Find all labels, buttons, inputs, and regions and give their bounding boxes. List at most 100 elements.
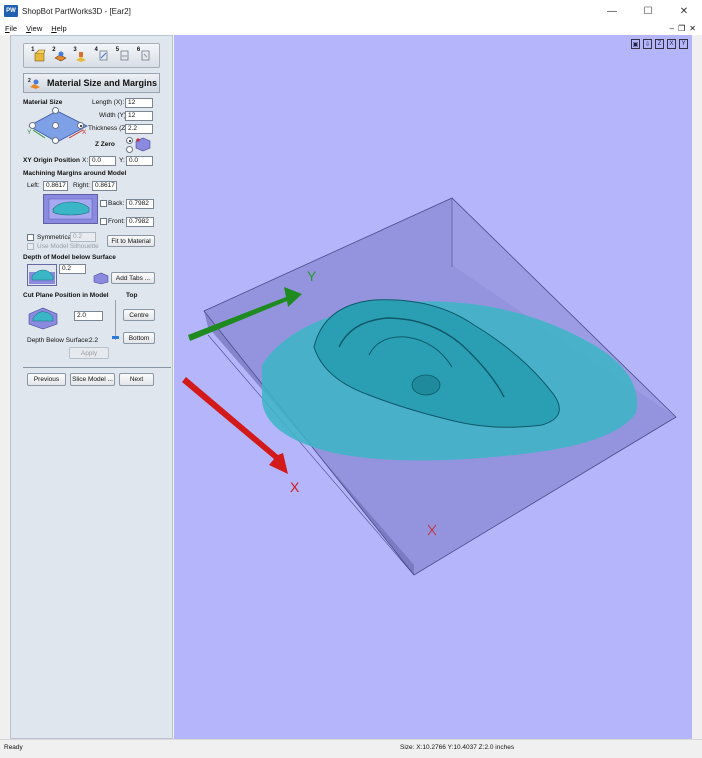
thickness-label: Thickness (Z): — [88, 125, 130, 132]
origin-left-radio[interactable] — [29, 122, 36, 129]
xy-origin-heading: XY Origin Position — [23, 157, 80, 164]
step-5-number: 5 — [115, 47, 120, 53]
slice-model-button[interactable]: Slice Model ... — [70, 373, 115, 386]
back-margin-input[interactable]: 0.7982 — [126, 199, 154, 209]
viewport-x-label: X — [290, 479, 300, 495]
margins-preview — [43, 194, 98, 224]
document-controls: – ❐ ✕ — [670, 22, 696, 35]
diagram-y-label: Y — [27, 129, 32, 136]
menu-bar: File View Help — [0, 22, 702, 35]
margins-heading: Machining Margins around Model — [23, 170, 127, 177]
length-input[interactable]: 12 — [125, 98, 153, 108]
thickness-input[interactable]: 2.2 — [125, 124, 153, 134]
length-label: Length (X): — [92, 99, 125, 106]
minimize-button[interactable]: — — [594, 0, 630, 22]
cut-plane-slider-track — [115, 300, 116, 340]
width-label: Width (Y): — [99, 112, 128, 119]
cut-plane-slider-thumb[interactable] — [112, 336, 119, 339]
left-margin-input[interactable]: 0.8617 — [43, 181, 68, 191]
cut-plane-top-label: Top — [126, 292, 138, 299]
step-4-button[interactable]: 4 — [94, 47, 110, 63]
maximize-button[interactable]: ☐ — [630, 0, 666, 22]
left-panel: 1 2 3 4 5 6 2 Material Size and Margins — [10, 35, 173, 739]
section-title: Material Size and Margins — [47, 78, 158, 88]
window-title: ShopBot PartWorks3D - [Ear2] — [22, 6, 131, 16]
fit-to-material-button[interactable]: Fit to Material — [107, 235, 155, 247]
z-zero-bottom-radio[interactable] — [126, 146, 133, 153]
depth-diagram — [27, 264, 57, 286]
doc-close-button[interactable]: ✕ — [689, 24, 696, 33]
nav-divider — [23, 367, 171, 368]
apply-button[interactable]: Apply — [69, 347, 109, 359]
material-size-section-icon: 2 — [28, 78, 40, 89]
symmetrical-label: Symmetrical — [37, 234, 73, 241]
front-margin-checkbox[interactable] — [100, 218, 107, 225]
status-bar: Ready Size: X:10.2766 Y:10.4037 Z:2.0 in… — [0, 739, 702, 758]
step-toolbar: 1 2 3 4 5 6 — [23, 43, 160, 68]
cut-plane-input[interactable]: 2.0 — [74, 311, 103, 321]
step-3-number: 3 — [73, 47, 77, 53]
right-margin-label: Right: — [73, 182, 90, 189]
symmetrical-input[interactable]: 0.2 — [70, 232, 96, 242]
step-3-button[interactable]: 3 — [73, 47, 88, 63]
right-scrollbar[interactable] — [692, 35, 702, 739]
back-margin-label: Back: — [108, 200, 125, 207]
cut-plane-heading: Cut Plane Position in Model — [23, 292, 109, 299]
origin-y-input[interactable]: 0.0 — [126, 156, 153, 166]
add-tabs-button[interactable]: Add Tabs ... — [111, 272, 155, 284]
close-button[interactable]: ✕ — [666, 0, 702, 22]
step-4-number: 4 — [94, 47, 98, 53]
right-margin-input[interactable]: 0.8617 — [92, 181, 117, 191]
step-6-number: 6 — [136, 47, 141, 53]
bottom-button[interactable]: Bottom — [123, 332, 155, 344]
origin-y-label: Y: — [119, 157, 125, 164]
menu-view[interactable]: View — [26, 24, 42, 33]
step-2-number: 2 — [52, 47, 56, 53]
viewport-y-label: Y — [307, 268, 317, 284]
step-5-button[interactable]: 5 — [115, 47, 131, 63]
next-button[interactable]: Next — [119, 373, 154, 386]
z-zero-top-radio[interactable] — [126, 137, 133, 144]
depth-below-surface-value: 2.2 — [89, 337, 99, 344]
ear-canal — [411, 374, 441, 396]
silhouette-checkbox[interactable] — [27, 243, 34, 250]
section-header: 2 Material Size and Margins — [23, 73, 160, 93]
add-tabs-icon — [93, 272, 109, 285]
back-margin-checkbox[interactable] — [100, 200, 107, 207]
step-6-button[interactable]: 6 — [136, 47, 152, 63]
z-zero-label: Z Zero — [95, 141, 115, 148]
menu-help[interactable]: Help — [51, 24, 66, 33]
status-text: Ready — [4, 744, 23, 751]
origin-right-radio[interactable] — [77, 122, 84, 129]
previous-button[interactable]: Previous — [27, 373, 66, 386]
model-size-readout: Size: X:10.2766 Y:10.4037 Z:2.0 inches — [400, 744, 515, 751]
window-controls: — ☐ ✕ — [594, 0, 702, 22]
width-input[interactable]: 12 — [125, 111, 153, 121]
origin-back-radio[interactable] — [52, 107, 59, 114]
origin-center-radio[interactable] — [52, 122, 59, 129]
title-bar: PW ShopBot PartWorks3D - [Ear2] — ☐ ✕ — [0, 0, 702, 22]
doc-restore-button[interactable]: ❐ — [678, 24, 685, 33]
doc-minimize-button[interactable]: – — [670, 24, 674, 33]
depth-input[interactable]: 0.2 — [59, 264, 86, 274]
app-icon: PW — [4, 5, 18, 17]
depth-heading: Depth of Model below Surface — [23, 254, 116, 261]
material-size-heading: Material Size — [23, 99, 63, 106]
diagram-x-label: X — [82, 129, 87, 136]
origin-x-label: X: — [82, 157, 89, 164]
menu-file[interactable]: File — [5, 24, 17, 33]
symmetrical-checkbox[interactable] — [27, 234, 34, 241]
step-1-button[interactable]: 1 — [31, 47, 46, 63]
origin-x-input[interactable]: 0.0 — [89, 156, 116, 166]
origin-front-radio[interactable] — [52, 137, 59, 144]
silhouette-label: Use Model Silhouette — [37, 243, 99, 250]
section-number: 2 — [28, 78, 31, 84]
centre-button[interactable]: Centre — [123, 309, 155, 321]
left-margin-label: Left: — [27, 182, 40, 189]
front-margin-input[interactable]: 0.7982 — [126, 217, 154, 227]
cut-plane-diagram — [28, 307, 58, 330]
3d-viewport[interactable]: ▣ ⇩ Z X Y Y X — [174, 35, 692, 739]
depth-below-surface-label: Depth Below Surface: — [27, 337, 90, 344]
step-2-button[interactable]: 2 — [52, 47, 67, 63]
front-margin-label: Front: — [108, 218, 125, 225]
